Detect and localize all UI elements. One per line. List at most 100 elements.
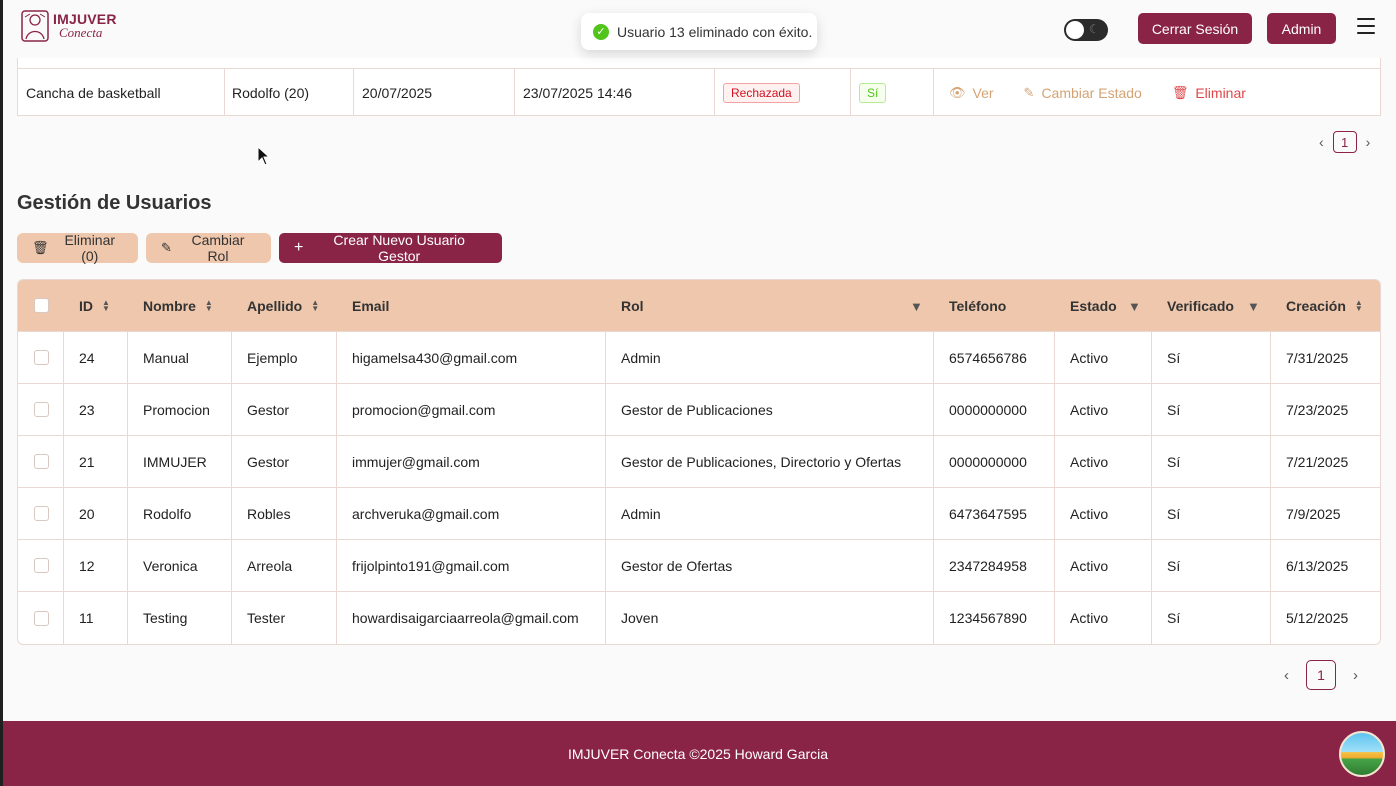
sort-icon[interactable]: ▲ ▼: [102, 298, 110, 312]
reservation-space: Cancha de basketball: [18, 69, 225, 116]
toggle-knob: [1066, 21, 1084, 39]
cell-nombre: Testing: [143, 610, 188, 626]
cell-apellido: Robles: [247, 505, 291, 522]
table-row[interactable]: 24 Manual Ejemplo higamelsa430@gmail.com Adm…: [18, 332, 1380, 384]
admin-button[interactable]: Admin: [1267, 13, 1336, 44]
cell-creacion: 5/12/2025: [1286, 610, 1349, 626]
cell-apellido: Gestor: [247, 453, 290, 470]
cell-telefono: 6574656786: [949, 349, 1027, 366]
change-role-button[interactable]: ✎ Cambiar Rol: [146, 232, 271, 264]
create-user-button[interactable]: + Crear Nuevo Usuario Gestor: [279, 232, 502, 264]
cell-id: 23: [79, 401, 95, 418]
column-verificado: Verificado: [1167, 297, 1234, 314]
filter-icon[interactable]: ▼: [1128, 299, 1141, 314]
cell-telefono: 2347284958: [949, 557, 1027, 574]
cell-verificado: Sí: [1167, 401, 1181, 418]
view-link[interactable]: 👁 Ver: [949, 85, 994, 101]
plus-icon: +: [294, 239, 304, 256]
users-pagination: ‹ 1 ›: [1284, 660, 1358, 690]
cell-creacion: 7/31/2025: [1286, 349, 1349, 366]
row-checkbox[interactable]: [34, 350, 49, 365]
cell-id: 11: [79, 610, 94, 626]
cell-email: howardisaigarciaarreola@gmail.com: [352, 610, 579, 626]
success-toast: ✓ Usuario 13 eliminado con éxito.: [581, 13, 817, 50]
app-logo[interactable]: IMJUVER Conecta: [20, 9, 117, 43]
next-page-icon[interactable]: ›: [1366, 134, 1371, 150]
cell-estado: Activo: [1070, 505, 1109, 522]
theme-toggle[interactable]: ☾: [1064, 19, 1108, 41]
edit-icon: ✎: [161, 240, 172, 255]
section-title: Gestión de Usuarios: [17, 192, 212, 214]
prev-page-icon[interactable]: ‹: [1319, 134, 1324, 150]
change-state-link[interactable]: ✎ Cambiar Estado: [1024, 85, 1142, 101]
sort-icon[interactable]: ▲ ▼: [311, 298, 319, 312]
avatar[interactable]: [1339, 731, 1385, 777]
cell-email: frijolpinto191@gmail.com: [352, 557, 510, 574]
moon-icon: ☾: [1089, 22, 1100, 36]
row-checkbox[interactable]: [34, 506, 49, 521]
row-checkbox[interactable]: [34, 558, 49, 573]
cell-estado: Activo: [1070, 349, 1109, 366]
logo-subtitle: Conecta: [59, 25, 103, 40]
row-checkbox[interactable]: [34, 454, 49, 469]
next-page-icon[interactable]: ›: [1353, 667, 1358, 684]
filter-icon[interactable]: ▼: [910, 299, 923, 314]
table-row[interactable]: 11 Testing Tester howardisaigarciaarreola@g…: [18, 592, 1380, 644]
page-button-current[interactable]: 1: [1332, 131, 1357, 153]
cell-apellido: Tester: [247, 610, 286, 626]
prev-page-icon[interactable]: ‹: [1284, 667, 1289, 684]
logo-icon: [21, 10, 49, 42]
row-checkbox[interactable]: [34, 402, 49, 417]
page-button-current[interactable]: 1: [1306, 660, 1336, 690]
column-creacion[interactable]: Creación ▲ ▼: [1271, 280, 1363, 331]
sort-icon[interactable]: ▲ ▼: [1355, 298, 1363, 312]
logo-title: IMJUVER: [53, 11, 117, 27]
cell-id: 20: [79, 505, 95, 522]
column-rol: Rol: [621, 297, 644, 314]
footer-text: IMJUVER Conecta ©2025 Howard Garcia: [567, 745, 829, 762]
logout-button[interactable]: Cerrar Sesión: [1138, 13, 1252, 44]
column-id[interactable]: ID ▲ ▼: [64, 280, 110, 331]
cell-estado: Activo: [1070, 401, 1109, 418]
cell-email: immujer@gmail.com: [352, 453, 480, 470]
cell-rol: Gestor de Ofertas: [621, 557, 733, 574]
delete-selected-button[interactable]: 🗑 Eliminar (0): [17, 232, 138, 264]
trash-icon: 🗑: [1171, 84, 1189, 100]
table-row[interactable]: 12 Veronica Arreola frijolpinto191@gmail.co…: [18, 540, 1380, 592]
table-row[interactable]: 20 Rodolfo Robles archveruka@gmail.com Admin…: [18, 488, 1380, 540]
cell-nombre: Rodolfo: [143, 505, 192, 522]
eye-icon: 👁: [949, 84, 966, 100]
users-table: ID ▲ ▼ Nombre ▲ ▼ Apellido ▲ ▼ Email Rol ▼ Tel…: [17, 279, 1381, 645]
cell-rol: Joven: [621, 610, 659, 626]
column-nombre[interactable]: Nombre ▲ ▼: [128, 280, 213, 331]
cell-verificado: Sí: [1167, 349, 1181, 366]
cell-telefono: 0000000000: [949, 401, 1027, 418]
column-email: Email: [352, 297, 390, 314]
cell-creacion: 7/9/2025: [1286, 505, 1341, 522]
status-badge: Rechazada: [723, 82, 800, 103]
cell-verificado: Sí: [1167, 557, 1181, 574]
hamburger-icon[interactable]: [1357, 18, 1375, 34]
cell-verificado: Sí: [1167, 453, 1181, 470]
sort-icon[interactable]: ▲ ▼: [205, 298, 213, 312]
cell-email: promocion@gmail.com: [352, 401, 496, 418]
reservation-created: 23/07/2025 14:46: [515, 69, 715, 116]
table-row[interactable]: 21 IMMUJER Gestor immujer@gmail.com Gestor d…: [18, 436, 1380, 488]
cell-creacion: 6/13/2025: [1286, 557, 1349, 574]
window-edge: [0, 0, 3, 786]
cell-email: higamelsa430@gmail.com: [352, 349, 518, 366]
select-all-checkbox[interactable]: [34, 298, 49, 313]
cell-telefono: 1234567890: [949, 610, 1027, 626]
cell-telefono: 0000000000: [949, 453, 1027, 470]
footer: IMJUVER Conecta ©2025 Howard Garcia: [0, 721, 1396, 786]
delete-link[interactable]: 🗑 Eliminar: [1172, 85, 1246, 101]
table-row[interactable]: 23 Promocion Gestor promocion@gmail.com Gest…: [18, 384, 1380, 436]
row-checkbox[interactable]: [34, 610, 49, 626]
column-apellido[interactable]: Apellido ▲ ▼: [232, 280, 319, 331]
cell-creacion: 7/23/2025: [1286, 401, 1349, 418]
cell-estado: Activo: [1070, 557, 1109, 574]
trash-icon: 🗑: [32, 240, 49, 255]
confirmed-badge: Sí: [859, 82, 887, 103]
filter-icon[interactable]: ▼: [1247, 299, 1260, 314]
reservation-user: Rodolfo (20): [225, 69, 354, 116]
